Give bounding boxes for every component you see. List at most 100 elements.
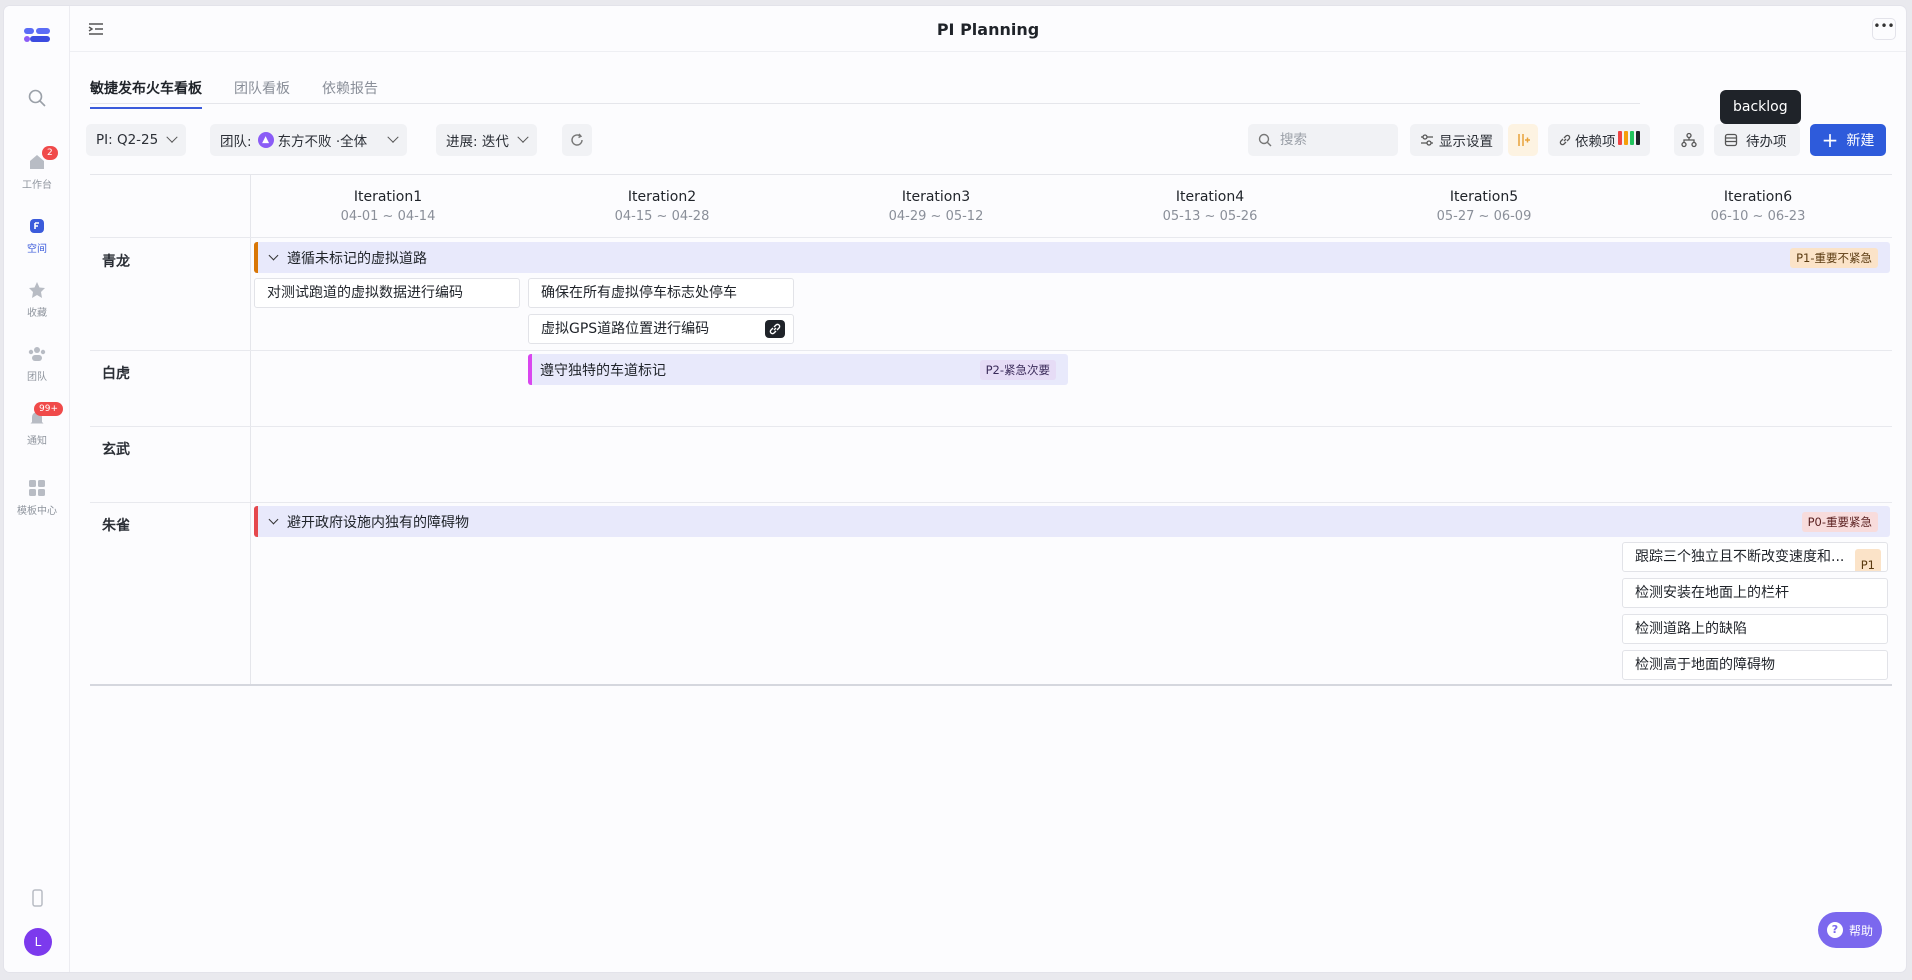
tab-team-board[interactable]: 团队看板	[234, 78, 290, 107]
help-button[interactable]: ? 帮助	[1818, 912, 1882, 948]
epic-title: 遵守独特的车道标记	[540, 362, 666, 379]
iteration-dates: 05-27 ~ 06-09	[1436, 209, 1532, 224]
refresh-button[interactable]	[562, 124, 592, 156]
iteration-header: Iteration5 05-27 ~ 06-09	[1347, 189, 1621, 224]
iteration-dates: 04-01 ~ 04-14	[340, 209, 436, 224]
pi-select-value: PI: Q2-25	[96, 132, 159, 148]
more-options-button[interactable]: •••	[1872, 18, 1896, 40]
story-card[interactable]: 检测安装在地面上的栏杆	[1622, 578, 1888, 608]
column-divider	[250, 175, 251, 684]
chevron-down-icon	[166, 131, 178, 143]
iteration-name: Iteration4	[1175, 189, 1245, 205]
story-card[interactable]: 对测试跑道的虚拟数据进行编码	[254, 278, 520, 308]
display-settings-label: 显示设置	[1439, 134, 1493, 150]
epic-title: 遵循未标记的虚拟道路	[287, 250, 427, 267]
iteration-dates: 04-29 ~ 05-12	[888, 209, 984, 224]
row-divider	[90, 350, 1892, 351]
help-icon: ?	[1826, 922, 1843, 938]
notification-badge: 99+	[34, 402, 63, 416]
swimlane-toggle-button[interactable]	[1508, 124, 1538, 156]
priority-badge: P1	[1854, 549, 1881, 571]
sidebar-item-workbench[interactable]: 工作台 2	[4, 146, 70, 191]
sidebar-item-space[interactable]: 空间	[4, 216, 70, 255]
chevron-down-icon[interactable]	[268, 250, 279, 261]
iteration-name: Iteration1	[353, 189, 423, 205]
story-card[interactable]: 跟踪三个独立且不断改变速度和... P1	[1622, 542, 1888, 572]
help-label: 帮助	[1848, 923, 1873, 938]
column-insert-icon	[1518, 134, 1530, 146]
chevron-down-icon	[517, 131, 529, 143]
epic-bar[interactable]: 遵守独特的车道标记 P2-紧急次要	[528, 354, 1068, 385]
planning-board: Iteration1 04-01 ~ 04-14 Iteration2 04-1…	[90, 174, 1892, 686]
team-row-label: 白虎	[102, 366, 130, 382]
team-icon: ▲	[257, 132, 274, 148]
sidebar-item-team[interactable]: 团队	[4, 344, 70, 383]
sliders-icon	[1421, 134, 1433, 146]
sidebar-item-label: 空间	[27, 244, 47, 255]
backlog-icon	[1724, 133, 1738, 147]
plus-icon: +	[1821, 128, 1839, 152]
iteration-name: Iteration3	[901, 189, 971, 205]
priority-badge: P1-重要不紧急	[1790, 248, 1878, 268]
chevron-down-icon[interactable]	[268, 514, 279, 525]
chevron-down-icon	[387, 131, 399, 143]
iteration-dates: 04-15 ~ 04-28	[614, 209, 710, 224]
iteration-dates: 05-13 ~ 05-26	[1162, 209, 1258, 224]
row-divider	[90, 237, 1892, 238]
epic-title: 避开政府设施内独有的障碍物	[287, 514, 469, 531]
search-icon	[1258, 133, 1272, 147]
story-card[interactable]: 虚拟GPS道路位置进行编码	[528, 314, 794, 344]
left-rail: 工作台 2 空间 收藏 团队 通知 99+ 模板中心 L	[4, 6, 70, 972]
sidebar-item-favorites[interactable]: 收藏	[4, 280, 70, 319]
tab-release-train-board[interactable]: 敏捷发布火车看板	[90, 78, 202, 109]
backlog-button[interactable]: 待办项	[1714, 124, 1800, 156]
iteration-header: Iteration2 04-15 ~ 04-28	[525, 189, 799, 224]
priority-badge: P0-重要紧急	[1801, 512, 1878, 532]
team-select-label: 团队:	[220, 134, 252, 150]
iteration-dates: 06-10 ~ 06-23	[1710, 209, 1806, 224]
search-icon[interactable]	[4, 88, 70, 108]
top-bar: PI Planning •••	[70, 6, 1906, 52]
sidebar-item-notifications[interactable]: 通知 99+	[4, 402, 70, 447]
search-field[interactable]	[1248, 124, 1398, 156]
sidebar-item-label: 收藏	[27, 308, 47, 319]
team-select[interactable]: 团队: ▲ 东方不败 ·全体	[210, 124, 408, 156]
sidebar-item-templates[interactable]: 模板中心	[4, 478, 70, 517]
iteration-name: Iteration6	[1723, 189, 1793, 205]
row-divider	[90, 502, 1892, 503]
epic-bar[interactable]: 避开政府设施内独有的障碍物 P0-重要紧急	[254, 506, 1890, 537]
star-icon	[29, 282, 45, 298]
iteration-header: Iteration4 05-13 ~ 05-26	[1073, 189, 1347, 224]
mobile-icon[interactable]	[4, 888, 70, 908]
story-card[interactable]: 确保在所有虚拟停车标志处停车	[528, 278, 794, 308]
grid-icon	[29, 480, 45, 496]
page-title: PI Planning	[936, 20, 1040, 39]
display-settings-button[interactable]: 显示设置	[1410, 124, 1503, 156]
avatar[interactable]: L	[24, 928, 52, 956]
app-logo[interactable]	[24, 26, 50, 48]
progress-select-value: 进展: 迭代	[446, 134, 509, 150]
team-row-label: 玄武	[102, 442, 130, 458]
story-card[interactable]: 检测高于地面的障碍物	[1622, 650, 1888, 680]
priority-color-bar	[254, 242, 258, 273]
search-input[interactable]	[1280, 132, 1380, 148]
priority-color-bar	[254, 506, 258, 537]
team-select-value: 东方不败 ·全体	[277, 134, 368, 150]
sidebar-item-label: 团队	[27, 372, 47, 383]
row-divider	[90, 426, 1892, 427]
pi-select[interactable]: PI: Q2-25	[86, 124, 187, 156]
epic-bar[interactable]: 遵循未标记的虚拟道路 P1-重要不紧急	[254, 242, 1890, 273]
new-button[interactable]: + 新建	[1810, 124, 1886, 156]
iteration-name: Iteration5	[1449, 189, 1519, 205]
view-tabs: 敏捷发布火车看板 团队看板 依赖报告	[90, 66, 1640, 109]
link-icon[interactable]	[765, 320, 785, 338]
tab-dependency-report[interactable]: 依赖报告	[322, 78, 378, 107]
hierarchy-button[interactable]	[1674, 124, 1704, 156]
progress-select[interactable]: 进展: 迭代	[436, 124, 537, 156]
space-icon	[30, 219, 44, 233]
dependencies-button[interactable]: 依赖项	[1548, 124, 1650, 156]
story-card[interactable]: 检测道路上的缺陷	[1622, 614, 1888, 644]
hierarchy-icon	[1681, 132, 1697, 148]
backlog-tooltip: backlog	[1720, 90, 1801, 124]
iteration-header: Iteration3 04-29 ~ 05-12	[799, 189, 1073, 224]
